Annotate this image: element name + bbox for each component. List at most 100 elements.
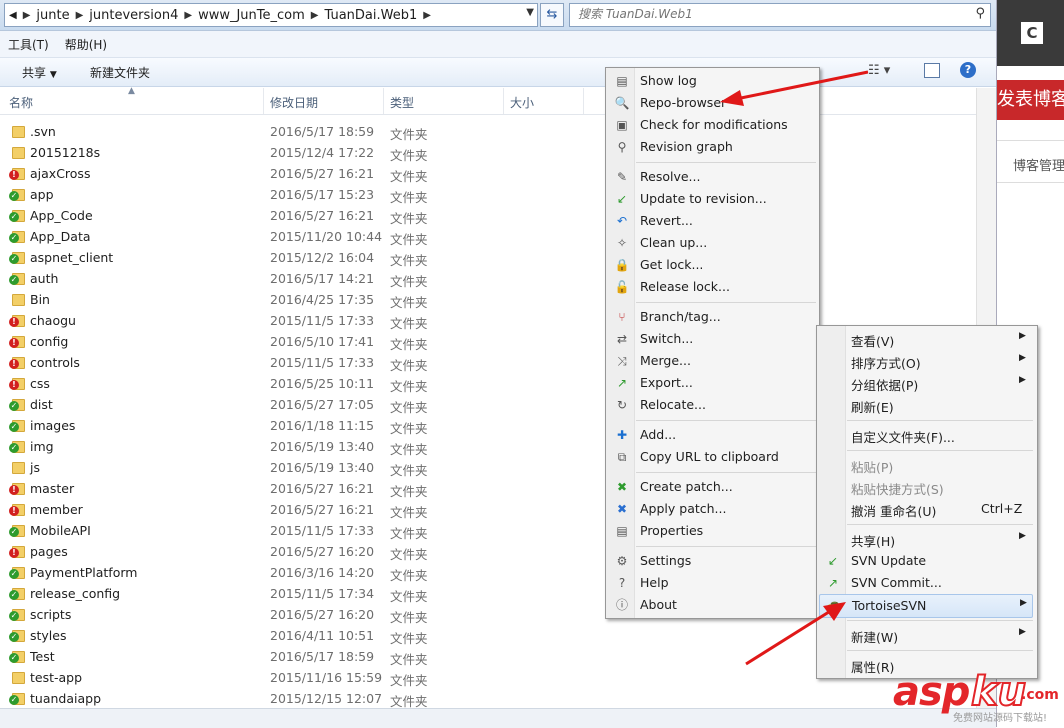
context-menu-item[interactable]: ↗ SVN Commit...	[819, 572, 1031, 594]
switch-icon: ⇄	[616, 332, 628, 346]
svn-menu-item-about[interactable]: ⓘ About	[608, 594, 815, 616]
svn-menu-item-add[interactable]: ✚ Add...	[608, 424, 815, 446]
file-row[interactable]: ✓ aspnet_client 2015/12/2 16:04 文件夹	[0, 247, 976, 268]
menu-help[interactable]: 帮助(H)	[57, 36, 115, 53]
context-menu-item[interactable]: 排序方式(O) ▶	[819, 350, 1031, 372]
context-menu-item[interactable]: 共享(H) ▶	[819, 528, 1031, 550]
status-bar	[0, 708, 996, 728]
breadcrumb[interactable]: ◀ ▶ junte ▶ junteversion4 ▶ www_JunTe_co…	[4, 3, 538, 27]
export-icon: ↗	[616, 376, 628, 390]
breadcrumb-item-tuandai-web1[interactable]: TuanDai.Web1	[325, 8, 418, 23]
svn-menu-item-get-lock[interactable]: 🔒 Get lock...	[608, 254, 815, 276]
file-row[interactable]: 20151218s 2015/12/4 17:22 文件夹	[0, 142, 976, 163]
blog-manage-link[interactable]: 博客管理	[1013, 155, 1064, 174]
file-name: config	[30, 334, 69, 349]
file-name: Test	[30, 649, 55, 664]
file-row[interactable]: .svn 2016/5/17 18:59 文件夹	[0, 121, 976, 142]
search-icon[interactable]: ⚲	[975, 6, 985, 21]
breadcrumb-item-junteversion4[interactable]: junteversion4	[89, 8, 178, 23]
context-menu-item[interactable]: 刷新(E)	[819, 394, 1031, 416]
file-date: 2015/12/15 12:07	[270, 691, 383, 706]
file-date: 2015/11/16 15:59	[270, 670, 383, 685]
help-icon[interactable]: ?	[960, 62, 976, 78]
context-menu-item[interactable]: 新建(W) ▶	[819, 624, 1031, 646]
folder-icon: ✓	[9, 271, 25, 285]
svn-menu-item-show-log[interactable]: ▤ Show log	[608, 70, 815, 92]
column-divider[interactable]	[383, 88, 384, 114]
svn-menu-item-check-for-modifications[interactable]: ▣ Check for modifications	[608, 114, 815, 136]
context-menu-item[interactable]: 自定义文件夹(F)...	[819, 424, 1031, 446]
address-dropdown-icon[interactable]: ▼	[526, 7, 534, 18]
svn-menu-item-revision-graph[interactable]: ⚲ Revision graph	[608, 136, 815, 158]
svn-menu-item-copy-url-to-clipboard[interactable]: ⧉ Copy URL to clipboard	[608, 446, 815, 468]
file-date: 2015/12/4 17:22	[270, 145, 375, 160]
svn-menu-item-apply-patch[interactable]: ✖ Apply patch...	[608, 498, 815, 520]
svn-menu-item-release-lock[interactable]: 🔓 Release lock...	[608, 276, 815, 298]
svn-menu-item-export[interactable]: ↗ Export...	[608, 372, 815, 394]
file-date: 2016/4/25 17:35	[270, 292, 375, 307]
context-menu-item[interactable]: 🐢 TortoiseSVN ▶	[819, 594, 1033, 618]
svn-menu-item-branch-tag[interactable]: ⑂ Branch/tag...	[608, 306, 815, 328]
svn-menu-item-repo-browser[interactable]: 🔍 Repo-browser	[608, 92, 815, 114]
svn-menu-label: Resolve...	[640, 169, 701, 184]
view-options-icon[interactable]: ☷ ▾	[868, 63, 890, 78]
column-name[interactable]: 名称	[9, 94, 33, 111]
column-size[interactable]: 大小	[510, 94, 534, 111]
context-menu-item[interactable]: 分组依据(P) ▶	[819, 372, 1031, 394]
column-type[interactable]: 类型	[390, 94, 414, 111]
file-date: 2016/5/19 13:40	[270, 439, 375, 454]
preview-pane-icon[interactable]	[924, 63, 940, 78]
menu-separator	[847, 620, 1033, 621]
breadcrumb-item-www-junte-com[interactable]: www_JunTe_com	[198, 8, 305, 23]
share-button[interactable]: 共享 ▼	[22, 64, 57, 81]
svn-menu-item-create-patch[interactable]: ✖ Create patch...	[608, 476, 815, 498]
file-row[interactable]: Bin 2016/4/25 17:35 文件夹	[0, 289, 976, 310]
refresh-icon[interactable]: ⇆	[540, 3, 564, 27]
context-menu-item[interactable]: ↙ SVN Update	[819, 550, 1031, 572]
search-box[interactable]: ⚲	[569, 3, 991, 27]
file-row[interactable]: ✓ app 2016/5/17 15:23 文件夹	[0, 184, 976, 205]
folder-shape	[12, 294, 25, 306]
svn-normal-overlay-icon: ✓	[9, 590, 19, 600]
nav-back-chevron-icon[interactable]: ◀	[9, 10, 17, 21]
context-menu-item[interactable]: 查看(V) ▶	[819, 328, 1031, 350]
column-divider[interactable]	[263, 88, 264, 114]
search-input[interactable]	[570, 4, 966, 24]
svn-menu-item-relocate[interactable]: ↻ Relocate...	[608, 394, 815, 416]
column-modified[interactable]: 修改日期	[270, 94, 318, 111]
file-type: 文件夹	[390, 169, 428, 184]
file-name: master	[30, 481, 75, 496]
submenu-arrow-icon: ▶	[1019, 353, 1026, 363]
column-divider[interactable]	[583, 88, 584, 114]
new-folder-button[interactable]: 新建文件夹	[90, 64, 150, 81]
file-date: 2016/5/17 15:23	[270, 187, 375, 202]
svn-menu-item-settings[interactable]: ⚙ Settings	[608, 550, 815, 572]
svn-menu-item-properties[interactable]: ▤ Properties	[608, 520, 815, 542]
svn-menu-item-revert[interactable]: ↶ Revert...	[608, 210, 815, 232]
file-row[interactable]: ✓ auth 2016/5/17 14:21 文件夹	[0, 268, 976, 289]
svn-menu-item-clean-up[interactable]: ✧ Clean up...	[608, 232, 815, 254]
svn-menu-item-merge[interactable]: ⤨ Merge...	[608, 350, 815, 372]
file-type: 文件夹	[390, 589, 428, 604]
context-menu-item[interactable]: 撤消 重命名(U) Ctrl+Z	[819, 498, 1031, 520]
menu-tools[interactable]: 工具(T)	[0, 36, 57, 53]
file-row[interactable]: ✓ tuandaiapp 2015/12/15 12:07 文件夹	[0, 688, 976, 709]
tortoisesvn-icon: 🐢	[826, 599, 842, 613]
breadcrumb-item-junte[interactable]: junte	[36, 8, 69, 23]
svn-menu-item-switch[interactable]: ⇄ Switch...	[608, 328, 815, 350]
svn-menu-item-help[interactable]: ? Help	[608, 572, 815, 594]
svn-menu-item-resolve[interactable]: ✎ Resolve...	[608, 166, 815, 188]
folder-icon: !	[9, 334, 25, 348]
shortcut-label: Ctrl+Z	[981, 501, 1023, 516]
folder-icon	[9, 145, 25, 159]
publish-blog-banner[interactable]: 发表博客	[997, 80, 1064, 120]
svn-menu-item-update-to-revision[interactable]: ↙ Update to revision...	[608, 188, 815, 210]
file-row[interactable]: ✓ App_Code 2016/5/27 16:21 文件夹	[0, 205, 976, 226]
file-name: styles	[30, 628, 67, 643]
file-type: 文件夹	[390, 442, 428, 457]
file-date: 2016/3/16 14:20	[270, 565, 375, 580]
column-divider[interactable]	[503, 88, 504, 114]
file-row[interactable]: ! ajaxCross 2016/5/27 16:21 文件夹	[0, 163, 976, 184]
svn-modified-overlay-icon: !	[9, 359, 19, 369]
file-row[interactable]: ✓ App_Data 2015/11/20 10:44 文件夹	[0, 226, 976, 247]
